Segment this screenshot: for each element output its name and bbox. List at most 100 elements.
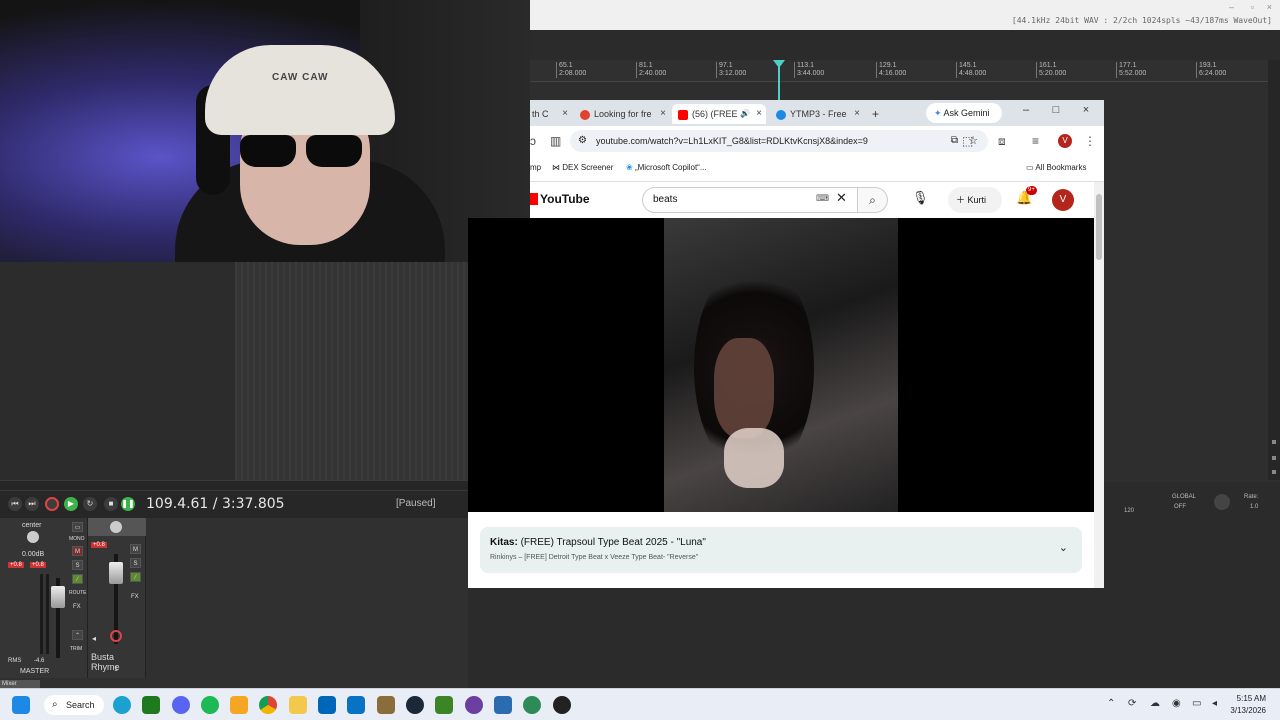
sidebar-icon[interactable]: ▥ (550, 134, 561, 148)
rate-knob[interactable] (1214, 494, 1230, 510)
battery-icon[interactable]: ▭ (1192, 698, 1201, 709)
search-icon[interactable]: ⌕ (858, 187, 888, 213)
youtube-logo[interactable]: YouTube (530, 192, 590, 206)
app-icon[interactable] (465, 696, 483, 714)
close-tab-icon[interactable]: × (562, 104, 568, 124)
volume-icon[interactable]: ◂ (1212, 698, 1217, 709)
tab[interactable]: th C × (530, 104, 572, 124)
audio-playing-icon[interactable]: 🔊 (740, 104, 750, 124)
time-position-readout[interactable]: 109.4.61 / 3:37.805 (146, 496, 285, 512)
master-env-button[interactable]: ⌃ (72, 630, 83, 640)
master-solo-button[interactable]: S (72, 560, 83, 570)
more-menu-icon[interactable]: ⋮ (1084, 134, 1096, 148)
vpn-icon[interactable] (523, 696, 541, 714)
maximize-icon[interactable]: □ (1046, 104, 1066, 116)
windows-icon[interactable] (12, 696, 30, 714)
record-button[interactable] (45, 497, 59, 511)
network-icon[interactable]: ☁ (1150, 698, 1160, 709)
minecraft-icon[interactable] (435, 696, 453, 714)
master-mute-button[interactable]: M (72, 546, 83, 556)
maximize-icon[interactable]: ▫ (1251, 2, 1254, 12)
taskbar-clock[interactable]: 5:15 AM 3/13/2026 (1230, 693, 1266, 717)
zoom-out-icon[interactable] (1272, 456, 1276, 460)
zoom-in-icon[interactable] (1272, 440, 1276, 444)
vertical-scrollbar[interactable] (1268, 60, 1280, 480)
bookmark-item[interactable]: ⋈ DEX Screener (552, 163, 613, 172)
global-value[interactable]: OFF (1174, 504, 1186, 510)
microphone-icon[interactable]: 🎙 (912, 190, 929, 206)
youtube-avatar[interactable]: V (1052, 189, 1074, 211)
track-phase-button[interactable]: ⁄ (130, 572, 141, 582)
rate-value[interactable]: 1.0 (1250, 504, 1258, 510)
waveform-strip[interactable] (235, 262, 468, 482)
video-frame[interactable] (664, 218, 898, 512)
reaper-icon[interactable] (553, 696, 571, 714)
chevron-down-icon[interactable]: ⌄ (1059, 541, 1068, 554)
scrollbar-thumb[interactable] (1096, 194, 1102, 260)
address-bar[interactable]: ⚙ youtube.com/watch?v=Lh1LxKIT_G8&list=R… (570, 130, 988, 152)
all-bookmarks-button[interactable]: ▭ All Bookmarks (1026, 163, 1086, 172)
page-scrollbar[interactable] (1094, 182, 1104, 588)
master-fader[interactable] (51, 586, 65, 608)
tray-app-icon[interactable]: ⟳ (1128, 698, 1136, 709)
track-fader[interactable] (109, 562, 123, 584)
install-app-icon[interactable]: ⧉ (951, 130, 958, 152)
tab[interactable]: Looking for fre × (574, 104, 670, 124)
track-name[interactable]: Busta Rhyme (91, 652, 145, 672)
create-button[interactable]: ＋ Kurti (948, 187, 1002, 213)
edge-icon[interactable] (113, 696, 131, 714)
track-pan-knob[interactable] (110, 521, 122, 533)
loop-icon[interactable]: ↻ (83, 497, 97, 511)
route-label[interactable]: ROUTE (69, 590, 87, 596)
nvidia-icon[interactable] (142, 696, 160, 714)
extensions-icon[interactable]: ⬚ (962, 134, 973, 148)
track-solo-button[interactable]: S (130, 558, 141, 568)
spotify-icon[interactable] (201, 696, 219, 714)
trim-label[interactable]: TRIM (70, 646, 82, 652)
skip-start-icon[interactable]: ⏮ (8, 497, 22, 511)
master-phase-button[interactable]: ⁄ (72, 574, 83, 584)
skip-end-icon[interactable]: ⏭ (25, 497, 39, 511)
media-control-icon[interactable]: ≡ (1032, 134, 1039, 148)
minimize-icon[interactable]: – (1229, 2, 1234, 12)
site-info-icon[interactable]: ⚙ (578, 130, 587, 152)
track-fx-label[interactable]: FX (131, 594, 139, 600)
zoom-reset-icon[interactable] (1272, 470, 1276, 474)
close-tab-icon[interactable]: × (660, 104, 666, 124)
taskbar-search[interactable]: ⌕ Search (44, 695, 104, 715)
clear-search-icon[interactable]: ✕ (836, 190, 847, 206)
store-icon[interactable] (318, 696, 336, 714)
file-explorer-icon[interactable] (289, 696, 307, 714)
profile-avatar[interactable]: V (1058, 134, 1072, 148)
track-mute-button[interactable]: M (130, 544, 141, 554)
track-control-panel[interactable] (0, 262, 235, 482)
mixer-tab[interactable]: Mixer (0, 680, 40, 688)
notes-icon[interactable] (494, 696, 512, 714)
chevron-up-icon[interactable]: ⌃ (1107, 698, 1115, 709)
video-player[interactable] (468, 218, 1094, 512)
plugin-icon[interactable] (377, 696, 395, 714)
stop-button[interactable]: ■ (104, 497, 118, 511)
tab[interactable]: YTMP3 - Free × (770, 104, 864, 124)
horizontal-scrollbar[interactable] (0, 480, 468, 490)
wifi-icon[interactable]: ◉ (1172, 698, 1181, 709)
close-icon[interactable]: × (1076, 104, 1096, 116)
steam-icon[interactable] (406, 696, 424, 714)
mono-button[interactable]: ▭ (72, 522, 83, 532)
track-record-arm-button[interactable] (110, 630, 122, 642)
play-button[interactable]: ▶ (64, 497, 78, 511)
playhead-marker-icon[interactable] (773, 60, 785, 68)
reload-icon[interactable]: ↄ (530, 134, 536, 148)
pan-knob[interactable] (27, 531, 39, 543)
url-text[interactable]: youtube.com/watch?v=Lh1LxKIT_G8&list=RDL… (596, 136, 868, 146)
chrome-icon[interactable] (259, 696, 277, 714)
close-tab-icon[interactable]: × (756, 104, 762, 124)
discord-icon[interactable] (172, 696, 190, 714)
bookmark-item[interactable]: ❀ „Microsoft Copilot“... (626, 163, 707, 172)
screenshot-icon[interactable]: ⧈ (998, 134, 1006, 149)
timeline-ruler[interactable]: 65.1 2:08.000 81.1 2:40.000 97.1 3:12.000 1… (530, 60, 1280, 82)
bookmark-item[interactable]: mp (530, 163, 541, 172)
playlist-card[interactable]: Kitas: (FREE) Trapsoul Type Beat 2025 - … (480, 527, 1082, 573)
close-icon[interactable]: × (1267, 2, 1272, 12)
speaker-icon[interactable]: ◂ (92, 634, 96, 643)
